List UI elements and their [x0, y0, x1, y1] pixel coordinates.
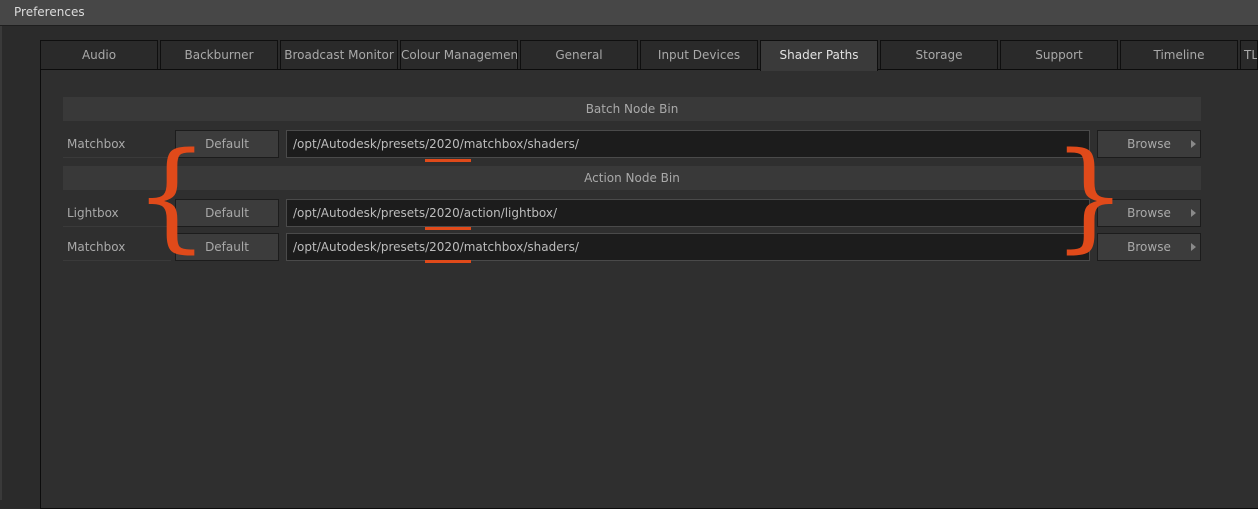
batch-matchbox-path-field[interactable]: /opt/Autodesk/presets/2020/matchbox/shad… — [286, 130, 1090, 158]
tab-audio[interactable]: Audio — [40, 40, 158, 69]
title-bar: Preferences — [0, 0, 1258, 26]
tab-tl[interactable]: TL — [1240, 40, 1258, 69]
version-underline-annotation — [425, 260, 471, 263]
tab-bar: Audio Backburner Broadcast Monitor Colou… — [40, 40, 1258, 71]
browse-label: Browse — [1127, 240, 1171, 254]
left-strip — [0, 26, 2, 500]
tab-storage[interactable]: Storage — [880, 40, 998, 69]
arrow-right-icon — [1191, 140, 1196, 148]
browse-label: Browse — [1127, 137, 1171, 151]
action-node-bin-header: Action Node Bin — [63, 166, 1201, 190]
tab-backburner[interactable]: Backburner — [160, 40, 278, 69]
arrow-right-icon — [1191, 209, 1196, 217]
tab-shader-paths[interactable]: Shader Paths — [760, 40, 878, 71]
left-brace-annotation: { — [134, 126, 210, 264]
right-brace-annotation: { — [1052, 126, 1128, 264]
tab-colour-management[interactable]: Colour Management — [400, 40, 518, 69]
version-underline-annotation — [425, 227, 471, 230]
action-matchbox-path-field[interactable]: /opt/Autodesk/presets/2020/matchbox/shad… — [286, 233, 1090, 261]
tab-broadcast-monitor[interactable]: Broadcast Monitor — [280, 40, 398, 69]
tab-general[interactable]: General — [520, 40, 638, 69]
browse-label: Browse — [1127, 206, 1171, 220]
batch-node-bin-header: Batch Node Bin — [63, 97, 1201, 121]
arrow-right-icon — [1191, 243, 1196, 251]
tab-support[interactable]: Support — [1000, 40, 1118, 69]
tab-timeline[interactable]: Timeline — [1120, 40, 1238, 69]
tab-input-devices[interactable]: Input Devices — [640, 40, 758, 69]
action-lightbox-path-field[interactable]: /opt/Autodesk/presets/2020/action/lightb… — [286, 199, 1090, 227]
window-title: Preferences — [14, 5, 85, 19]
version-underline-annotation — [425, 159, 471, 162]
